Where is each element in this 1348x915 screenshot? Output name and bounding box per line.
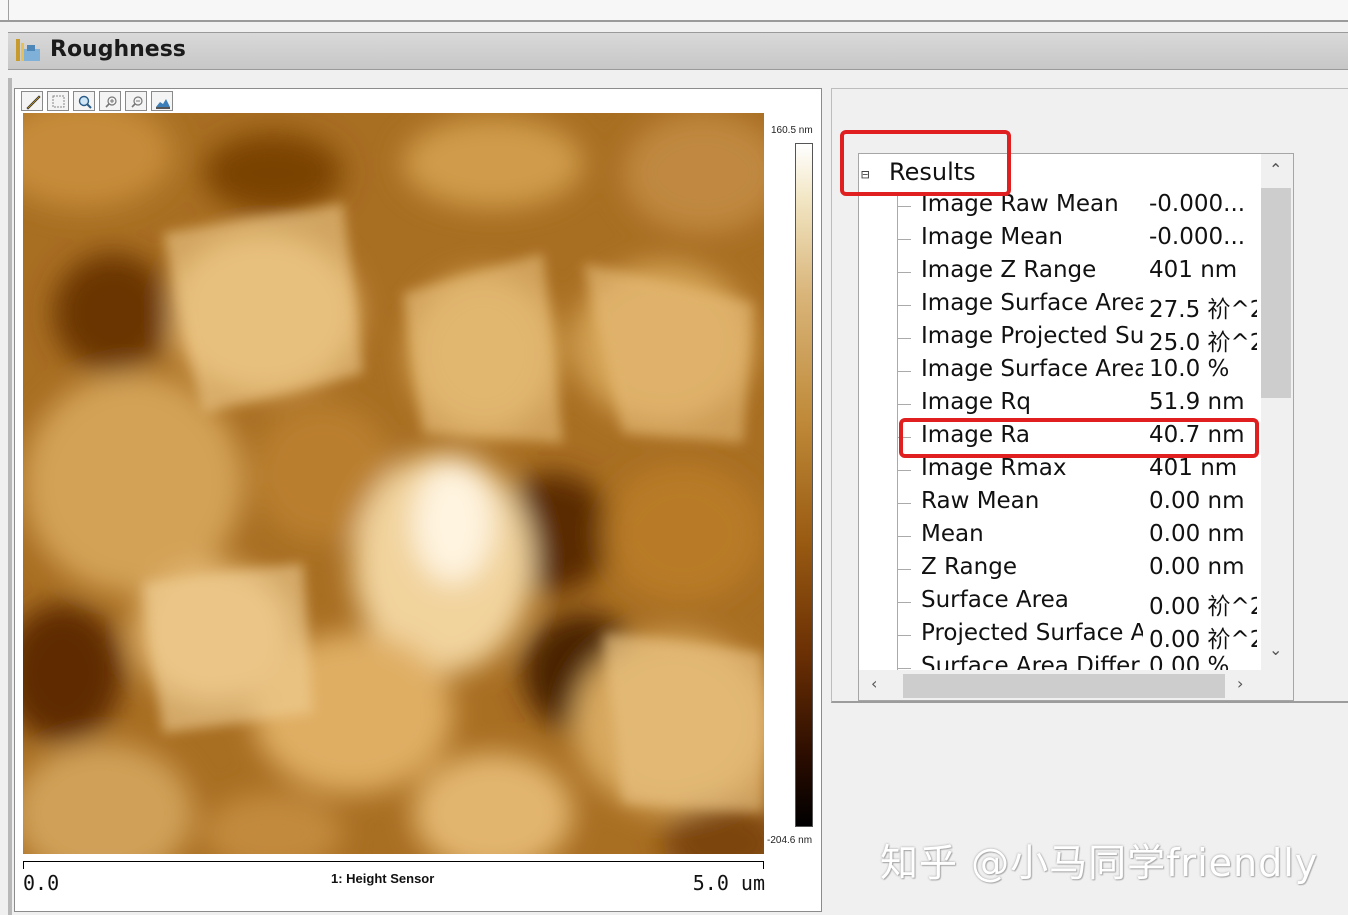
tree-branch <box>897 569 911 570</box>
zoom-icon[interactable] <box>73 91 95 111</box>
horizontal-scroll-thumb[interactable] <box>903 674 1225 698</box>
tree-branch <box>897 404 911 405</box>
result-name: Image Projected Su <box>921 323 1143 349</box>
tree-branch <box>897 536 911 537</box>
result-value: 401 nm <box>1149 257 1238 283</box>
result-row[interactable]: Raw Mean 0.00 nm <box>859 487 1259 520</box>
colorbar-max-label: 160.5 nm <box>771 125 813 136</box>
height-colorbar <box>795 143 813 827</box>
result-row[interactable]: Image Rq 51.9 nm <box>859 388 1259 421</box>
result-row[interactable]: Projected Surface A 0.00 祄^2 <box>859 619 1259 653</box>
tree-branch <box>897 305 911 306</box>
result-value: 0.00 祄^2 <box>1149 594 1257 620</box>
scroll-down-icon[interactable]: ⌄ <box>1269 640 1282 659</box>
roughness-icon <box>16 39 40 61</box>
result-value: 27.5 祄^2 <box>1149 297 1257 323</box>
select-icon[interactable] <box>47 91 69 111</box>
result-row[interactable]: Image Rmax 401 nm <box>859 454 1259 487</box>
channel-label: 1: Height Sensor <box>331 871 435 886</box>
top-strip <box>0 0 1348 22</box>
tree-branch <box>897 503 911 504</box>
3d-view-icon[interactable] <box>151 91 173 111</box>
scrollbar-corner <box>1261 670 1293 700</box>
result-name: Raw Mean <box>921 488 1040 514</box>
result-value: 0.00 nm <box>1149 554 1245 580</box>
result-row[interactable]: Mean 0.00 nm <box>859 520 1259 553</box>
result-name: Z Range <box>921 554 1017 580</box>
vertical-scroll-thumb[interactable] <box>1261 188 1291 398</box>
top-divider <box>8 0 9 20</box>
result-name: Image Rq <box>921 389 1031 415</box>
measure-icon[interactable] <box>21 91 43 111</box>
result-name: Mean <box>921 521 984 547</box>
colorbar-min-label: -204.6 nm <box>767 835 813 846</box>
tree-branch <box>897 338 911 339</box>
afm-height-image <box>23 113 764 854</box>
tree-branch <box>897 239 911 240</box>
scroll-up-icon[interactable]: ⌃ <box>1269 160 1282 179</box>
result-name: Projected Surface A <box>921 620 1143 646</box>
result-row[interactable]: Image Mean -0.000... <box>859 223 1259 256</box>
result-name: Image Surface Area <box>921 290 1143 316</box>
scroll-left-icon[interactable]: ‹ <box>871 674 877 693</box>
window-titlebar: Roughness <box>8 32 1348 70</box>
zoom-in-icon[interactable] <box>99 91 121 111</box>
tree-branch <box>897 371 911 372</box>
zoom-out-icon[interactable] <box>125 91 147 111</box>
horizontal-scrollbar[interactable]: ‹ › <box>859 670 1261 700</box>
result-name: Image Surface Area <box>921 356 1143 382</box>
watermark: 知乎 @小马同学friendly <box>880 841 1319 885</box>
result-value: 401 nm <box>1149 455 1238 481</box>
result-value: 0.00 nm <box>1149 521 1245 547</box>
result-value: -0.000... <box>1149 191 1246 217</box>
tree-branch <box>897 272 911 273</box>
scale-end-label: 5.0 um <box>692 871 765 895</box>
image-panel: 160.5 nm -204.6 nm 0.0 1: Height Sensor … <box>14 88 822 912</box>
tree-branch <box>897 635 911 636</box>
scale-start-label: 0.0 <box>23 871 60 895</box>
result-value: 10.0 % <box>1149 356 1230 382</box>
result-value: 25.0 祄^2 <box>1149 330 1257 356</box>
scroll-right-icon[interactable]: › <box>1237 674 1243 693</box>
tree-branch <box>897 602 911 603</box>
result-value: 0.00 nm <box>1149 488 1245 514</box>
result-value: 0.00 祄^2 <box>1149 627 1257 653</box>
results-highlight-box <box>840 130 1011 196</box>
result-value: 51.9 nm <box>1149 389 1245 415</box>
height-map-graphic <box>23 113 764 854</box>
result-name: Image Mean <box>921 224 1064 250</box>
scale-bar <box>23 861 764 869</box>
result-name: Image Rmax <box>921 455 1067 481</box>
result-row[interactable]: Z Range 0.00 nm <box>859 553 1259 586</box>
vertical-scrollbar[interactable]: ⌃ ⌄ <box>1261 154 1293 670</box>
window-title: Roughness <box>50 37 186 62</box>
result-value: -0.000... <box>1149 224 1246 250</box>
result-row[interactable]: Image Surface Area 27.5 祄^2 <box>859 289 1259 323</box>
result-row[interactable]: Image Projected Su 25.0 祄^2 <box>859 322 1259 356</box>
tree-branch <box>897 206 911 207</box>
result-row[interactable]: Image Surface Area 10.0 % <box>859 355 1259 388</box>
result-name: Surface Area <box>921 587 1069 613</box>
tree-branch <box>897 470 911 471</box>
image-ra-highlight-box <box>899 418 1259 458</box>
left-frame <box>8 78 12 915</box>
result-row[interactable]: Surface Area 0.00 祄^2 <box>859 586 1259 620</box>
tree-branch <box>897 668 911 669</box>
result-row[interactable]: Image Z Range 401 nm <box>859 256 1259 289</box>
result-name: Image Z Range <box>921 257 1097 283</box>
